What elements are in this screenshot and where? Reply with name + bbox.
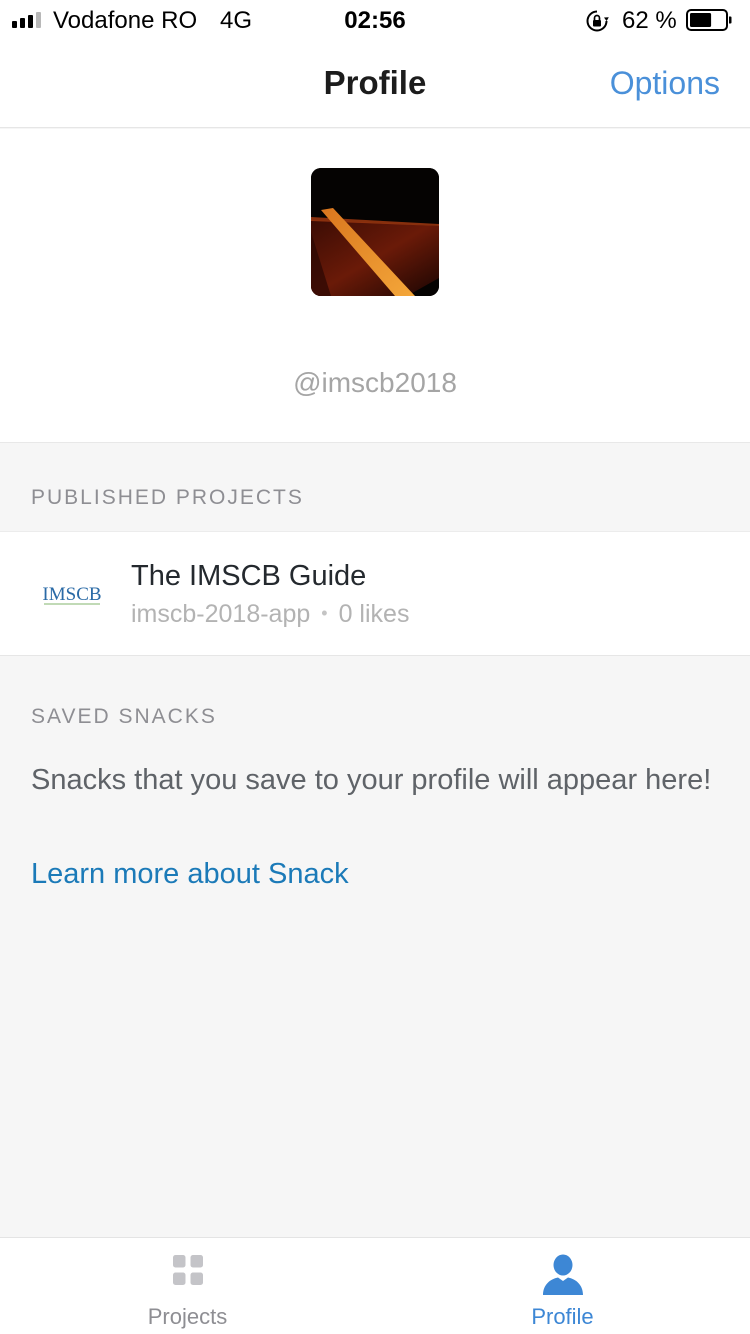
tab-bar: Projects Profile (0, 1237, 750, 1334)
person-icon (542, 1254, 583, 1295)
profile-header: @imscb2018 (0, 129, 750, 443)
profile-screen: Vodafone RO 4G 02:56 62 % Profile Option… (0, 0, 750, 1334)
learn-more-link[interactable]: Learn more about Snack (31, 858, 349, 891)
avatar[interactable] (311, 168, 439, 296)
project-likes: 0 likes (338, 600, 410, 628)
status-bar: Vodafone RO 4G 02:56 62 % (0, 0, 750, 40)
road-photo-avatar (311, 168, 439, 296)
rotation-lock-icon (586, 10, 609, 32)
logo-text: IMSCB (42, 584, 101, 605)
project-row[interactable]: IMSCB The IMSCB Guide imscb-2018-app • 0 l… (0, 531, 750, 656)
tab-profile[interactable]: Profile (375, 1238, 750, 1334)
battery-percent: 62 % (622, 7, 677, 34)
saved-snacks-header: SAVED SNACKS (31, 705, 217, 728)
saved-snacks-empty-message: Snacks that you save to your profile wil… (31, 764, 712, 796)
options-button[interactable]: Options (610, 65, 720, 102)
meta-separator: • (321, 603, 328, 623)
project-name: The IMSCB Guide (131, 560, 367, 592)
published-projects-header: PUBLISHED PROJECTS (31, 486, 304, 509)
battery-icon (686, 9, 732, 31)
project-slug: imscb-2018-app (131, 600, 311, 628)
tab-projects[interactable]: Projects (0, 1238, 375, 1334)
tab-projects-label: Projects (147, 1304, 228, 1329)
imscb-logo-icon: IMSCB (42, 584, 101, 605)
project-meta: imscb-2018-app • 0 likes (131, 600, 409, 629)
grid-icon (172, 1255, 203, 1285)
username: @imscb2018 (293, 367, 457, 398)
tab-profile-label: Profile (531, 1304, 594, 1329)
navigation-bar: Profile Options (0, 40, 750, 128)
